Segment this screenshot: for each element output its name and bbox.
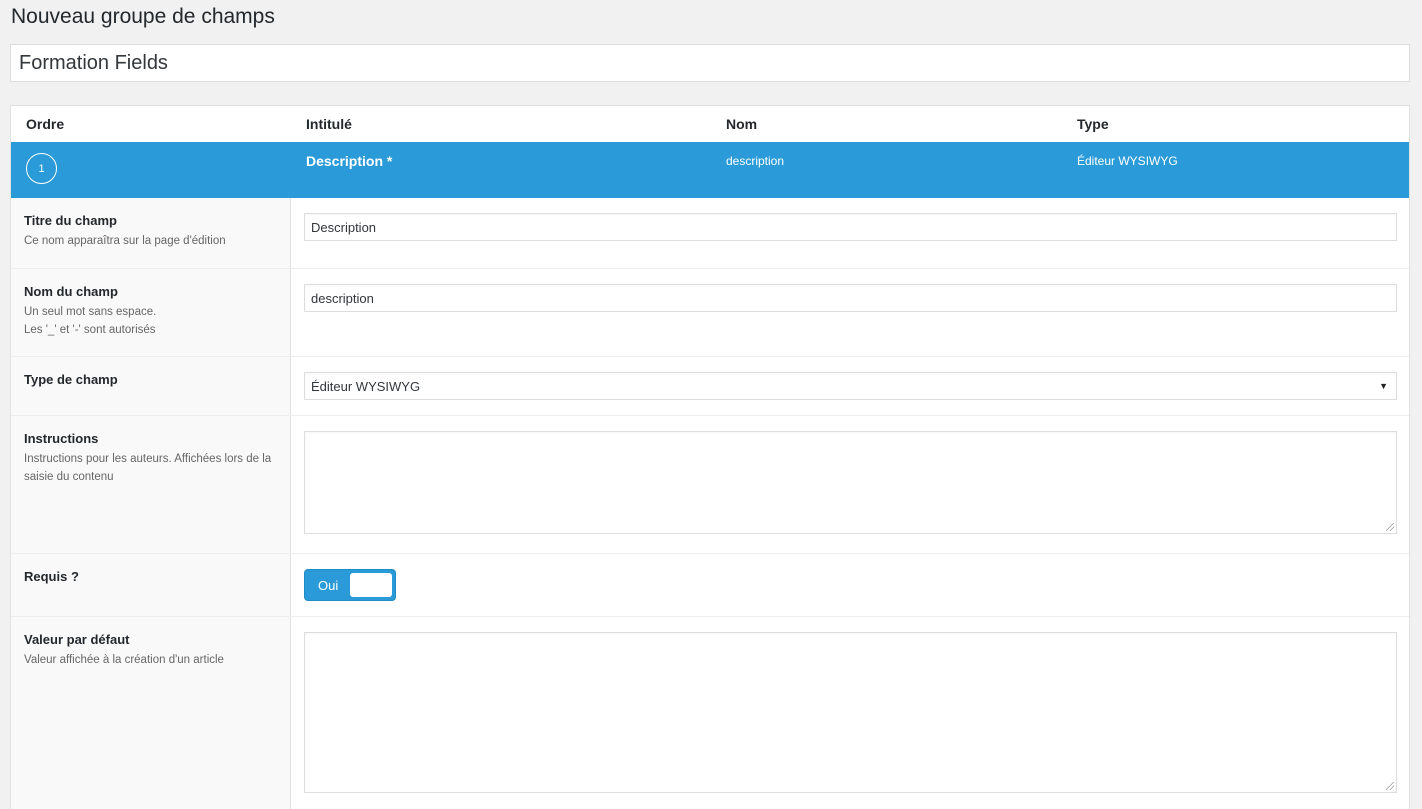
setting-label: Requis ? bbox=[24, 569, 79, 584]
field-type-select-value: Éditeur WYSIWYG bbox=[311, 378, 421, 394]
header-label: Intitulé bbox=[306, 116, 352, 132]
setting-label: Titre du champ bbox=[24, 213, 117, 228]
fields-table-header: Ordre Intitulé Nom Type bbox=[11, 106, 1409, 142]
setting-description: Instructions pour les auteurs. Affichées… bbox=[24, 453, 272, 483]
field-row-name: description bbox=[726, 154, 785, 168]
group-title-input[interactable]: Formation Fields bbox=[10, 44, 1410, 82]
resize-grip-icon[interactable] bbox=[1386, 523, 1394, 531]
chevron-down-icon: ▼ bbox=[1379, 381, 1388, 391]
instructions-textarea[interactable] bbox=[304, 431, 1397, 534]
setting-row-instructions: Instructions Instructions pour les auteu… bbox=[11, 415, 1409, 553]
setting-label-cell: Nom du champ Un seul mot sans espace. Le… bbox=[11, 269, 291, 356]
required-toggle[interactable]: Oui bbox=[304, 569, 396, 601]
field-row-type: Éditeur WYSIWYG bbox=[1077, 154, 1178, 168]
setting-row-title: Titre du champ Ce nom apparaîtra sur la … bbox=[11, 198, 1409, 268]
field-name-input[interactable]: description bbox=[304, 284, 1397, 312]
setting-label: Type de champ bbox=[24, 372, 118, 387]
default-value-textarea[interactable] bbox=[304, 632, 1397, 793]
resize-grip-icon[interactable] bbox=[1386, 782, 1394, 790]
setting-description-line: Les '_' et '-' sont autorisés bbox=[24, 324, 156, 336]
setting-label: Instructions bbox=[24, 431, 99, 446]
field-row-description[interactable]: 1 Description * description Éditeur WYSI… bbox=[11, 142, 1409, 198]
setting-row-type: Type de champ Éditeur WYSIWYG ▼ bbox=[11, 356, 1409, 415]
setting-description-line: Un seul mot sans espace. bbox=[24, 306, 157, 318]
setting-label: Nom du champ bbox=[24, 284, 118, 299]
header-order: Ordre bbox=[26, 116, 65, 132]
header-type: Type bbox=[1077, 116, 1109, 132]
toggle-knob bbox=[350, 573, 392, 597]
setting-row-default-value: Valeur par défaut Valeur affichée à la c… bbox=[11, 616, 1409, 809]
field-title-input[interactable]: Description bbox=[304, 213, 1397, 241]
setting-row-required: Requis ? Oui bbox=[11, 553, 1409, 616]
page-title: Nouveau groupe de champs bbox=[11, 5, 275, 28]
field-type-select[interactable]: Éditeur WYSIWYG ▼ bbox=[304, 372, 1397, 400]
setting-description: Un seul mot sans espace. Les '_' et '-' … bbox=[24, 303, 277, 339]
setting-label-cell: Titre du champ Ce nom apparaîtra sur la … bbox=[11, 198, 291, 268]
field-row-label[interactable]: Description * bbox=[306, 153, 392, 169]
header-name: Nom bbox=[726, 116, 758, 132]
setting-description: Ce nom apparaîtra sur la page d'édition bbox=[24, 235, 226, 247]
field-order-badge[interactable]: 1 bbox=[26, 153, 57, 184]
setting-label: Valeur par défaut bbox=[24, 632, 130, 647]
setting-label-cell: Type de champ bbox=[11, 357, 291, 415]
setting-label-cell: Instructions Instructions pour les auteu… bbox=[11, 416, 291, 553]
setting-row-name: Nom du champ Un seul mot sans espace. Le… bbox=[11, 268, 1409, 356]
fields-panel: Ordre Intitulé Nom Type 1 Description * … bbox=[10, 105, 1410, 809]
toggle-label: Oui bbox=[318, 578, 339, 593]
setting-label-cell: Valeur par défaut Valeur affichée à la c… bbox=[11, 617, 291, 809]
field-settings: Titre du champ Ce nom apparaîtra sur la … bbox=[11, 198, 1409, 809]
setting-label-cell: Requis ? bbox=[11, 554, 291, 616]
setting-description: Valeur affichée à la création d'un artic… bbox=[24, 654, 224, 666]
